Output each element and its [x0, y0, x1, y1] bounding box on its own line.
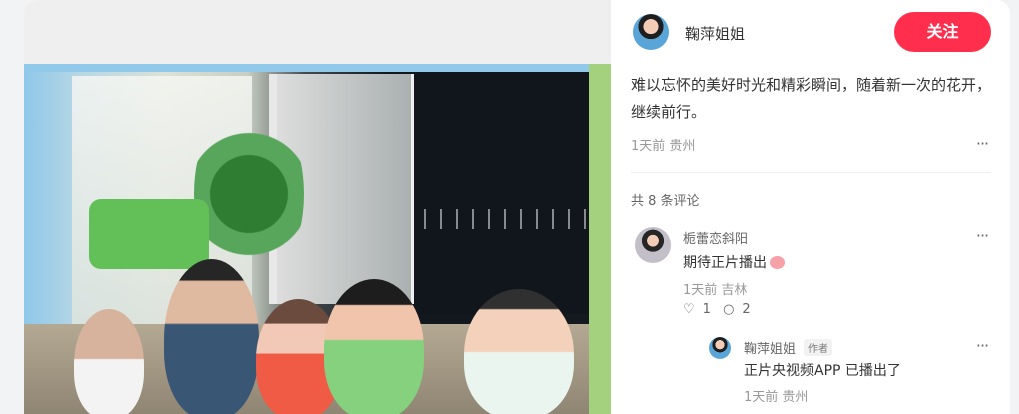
commenter-avatar[interactable]: [635, 227, 671, 263]
author-name[interactable]: 鞠萍姐姐: [685, 23, 745, 44]
photo-city-lights: [424, 209, 594, 229]
photo-frame-top: [24, 64, 611, 72]
reply-author-line: 鞠萍姐姐 作者: [744, 338, 833, 357]
post-description: 难以忘怀的美好时光和精彩瞬间，随着新一次的花开，继续前行。: [631, 76, 992, 121]
author-avatar[interactable]: [633, 14, 669, 50]
comment-meta: 1天前 吉林: [683, 283, 748, 298]
photo-frame-right: [589, 64, 611, 414]
reply-count: 2: [742, 302, 751, 317]
comment-actions: ♡ 1 ○ 2: [683, 302, 759, 317]
person-image-4: [324, 279, 424, 414]
photo-green-sign: [89, 199, 209, 269]
post-sidebar: 鞠萍姐姐 关注 难以忘怀的美好时光和精彩瞬间，随着新一次的花开，继续前行。 1天…: [611, 0, 1010, 414]
post-meta: 1天前 贵州: [631, 139, 696, 154]
like-icon[interactable]: ♡: [683, 302, 695, 317]
photo-night-view: [414, 64, 611, 314]
reply-author-avatar[interactable]: [709, 337, 731, 359]
author-badge: 作者: [804, 339, 833, 356]
reply-meta: 1天前 贵州: [744, 390, 809, 405]
follow-button[interactable]: 关注: [894, 12, 991, 52]
reply-author-name[interactable]: 鞠萍姐姐: [744, 342, 796, 357]
post-more-icon[interactable]: ···: [972, 136, 992, 154]
comment-text-content: 期待正片播出: [683, 255, 767, 271]
person-image-5: [464, 289, 574, 414]
post-detail-card: 鞠萍姐姐 关注 难以忘怀的美好时光和精彩瞬间，随着新一次的花开，继续前行。 1天…: [24, 0, 1010, 414]
like-count: 1: [702, 302, 711, 317]
person-image-1: [74, 309, 144, 414]
comment-more-icon[interactable]: ···: [972, 228, 992, 246]
comment-count: 共 8 条评论: [631, 194, 700, 209]
reply-icon[interactable]: ○: [723, 302, 734, 317]
section-divider: [631, 172, 991, 173]
reply-text: 正片央视频APP 已播出了: [744, 363, 901, 379]
pig-emoji-icon: [770, 256, 785, 269]
reply-more-icon[interactable]: ···: [972, 338, 992, 356]
comment-text: 期待正片播出: [683, 252, 785, 272]
post-media-area[interactable]: [24, 0, 611, 414]
person-image-2: [164, 259, 259, 414]
group-photo[interactable]: [24, 64, 611, 414]
commenter-name[interactable]: 栀蕾恋斜阳: [683, 228, 748, 247]
